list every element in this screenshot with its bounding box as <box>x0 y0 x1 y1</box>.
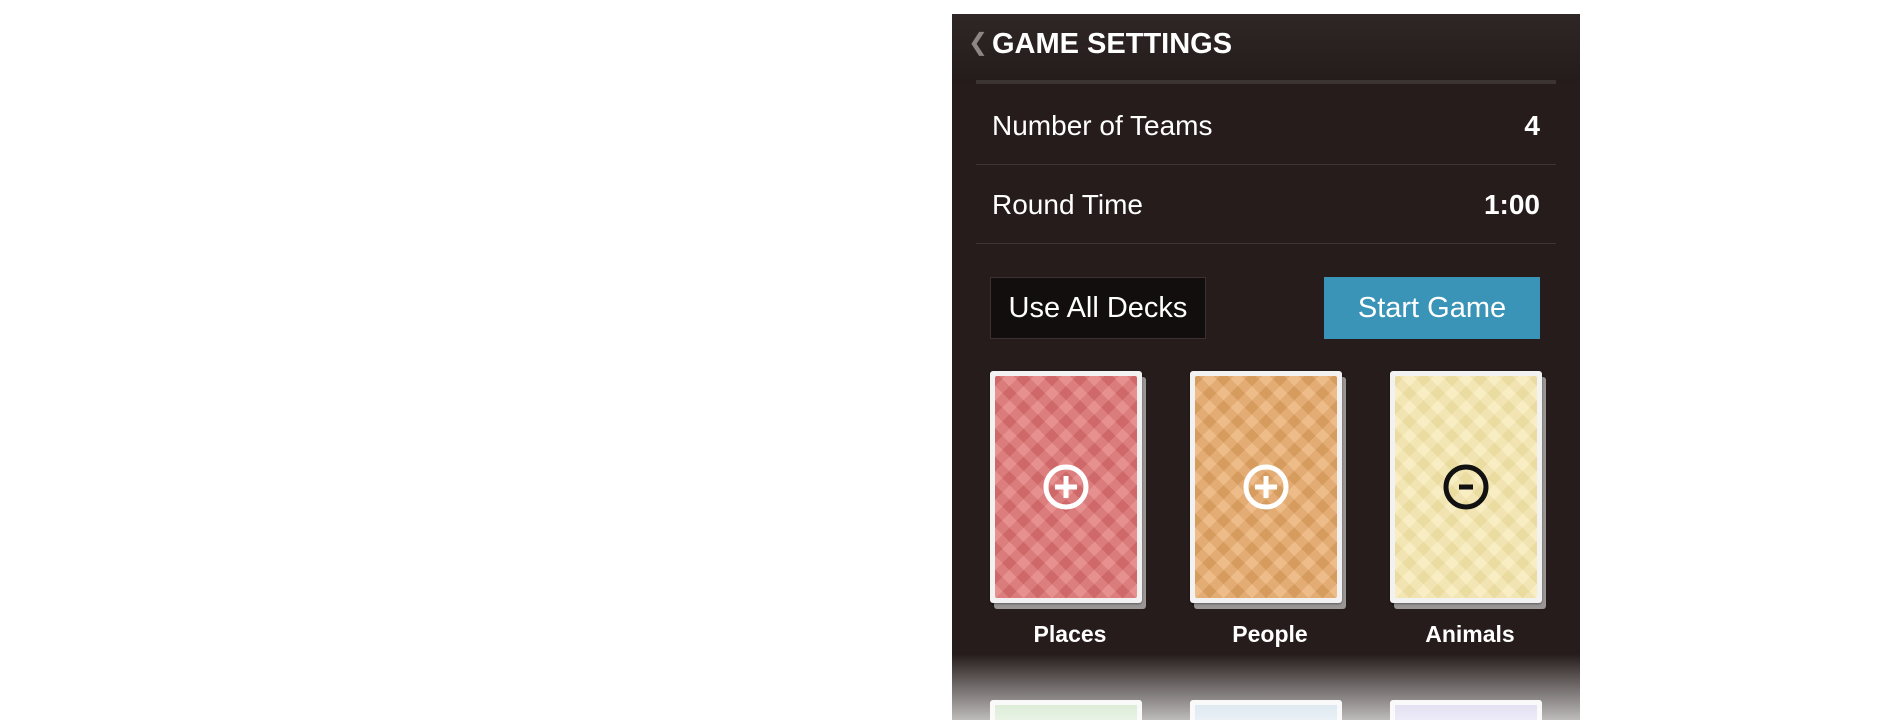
deck-card <box>1390 700 1542 720</box>
game-settings-screen: ❮ GAME SETTINGS Number of Teams 4 Round … <box>952 14 1580 720</box>
deck-partial-blue[interactable] <box>1190 700 1350 720</box>
deck-card-face <box>995 376 1137 598</box>
round-time-value: 1:00 <box>1483 189 1540 220</box>
deck-partial-purple[interactable] <box>1390 700 1550 720</box>
round-time-row[interactable]: Round Time 1:00 <box>976 165 1556 244</box>
deck-animals[interactable]: Animals <box>1390 371 1550 661</box>
number-of-teams-value: 4 <box>1524 110 1540 141</box>
round-time-label: Round Time <box>992 189 1143 220</box>
deck-card-face <box>1395 376 1537 598</box>
deck-card <box>990 700 1142 720</box>
deck-card <box>1190 371 1342 603</box>
title-bar: ❮ GAME SETTINGS <box>952 14 1580 82</box>
add-circle-icon[interactable] <box>1242 463 1290 511</box>
deck-card-face <box>1395 705 1537 720</box>
deck-card-face <box>995 705 1137 720</box>
deck-card-face <box>1195 705 1337 720</box>
deck-places[interactable]: Places <box>990 371 1150 661</box>
remove-circle-icon[interactable] <box>1442 463 1490 511</box>
title-divider <box>976 80 1556 84</box>
deck-people[interactable]: People <box>1190 371 1350 661</box>
deck-card <box>1390 371 1542 603</box>
number-of-teams-row[interactable]: Number of Teams 4 <box>976 86 1556 165</box>
start-game-button[interactable]: Start Game <box>1324 277 1540 339</box>
number-of-teams-label: Number of Teams <box>992 110 1213 141</box>
use-all-decks-button[interactable]: Use All Decks <box>990 277 1206 339</box>
page-title: GAME SETTINGS <box>992 28 1233 60</box>
deck-name: Places <box>1033 621 1107 647</box>
deck-partial-green[interactable] <box>990 700 1150 720</box>
back-chevron-icon[interactable]: ❮ <box>968 28 988 56</box>
add-circle-icon[interactable] <box>1042 463 1090 511</box>
deck-card <box>1190 700 1342 720</box>
deck-name: Animals <box>1425 621 1515 647</box>
deck-card-face <box>1195 376 1337 598</box>
deck-name: People <box>1232 621 1308 647</box>
deck-card <box>990 371 1142 603</box>
